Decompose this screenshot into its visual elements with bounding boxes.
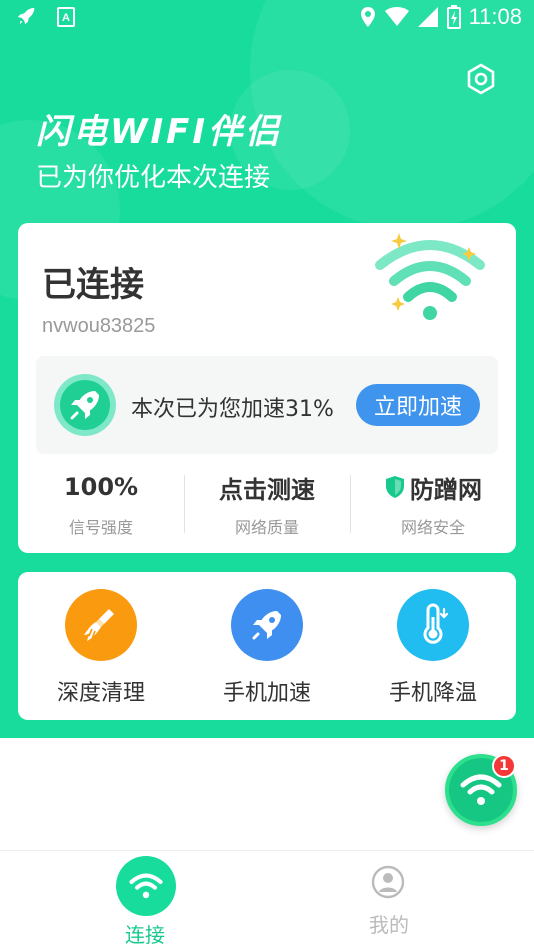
tool-label: 手机加速 (222, 681, 311, 706)
battery-icon (446, 5, 461, 29)
tool-label: 深度清理 (56, 681, 145, 706)
stat-value-anti-leech[interactable]: 防蹭网 (350, 469, 516, 505)
stat-label: 网络质量 (234, 518, 299, 537)
bottom-tab-bar: 连接 我的 (0, 850, 534, 950)
connection-status: 已连接 (42, 265, 144, 305)
tool-icon-circle[interactable] (231, 589, 303, 661)
settings-hexagon-icon (467, 63, 495, 95)
tool-icon-circle[interactable] (65, 589, 137, 661)
tab-label: 我的 (369, 913, 409, 937)
location-icon (360, 7, 375, 27)
status-bar: A 11:08 (0, 0, 534, 38)
stat-label: 信号强度 (68, 518, 133, 537)
tool-phone-cooling[interactable]: 手机降温 (350, 572, 516, 720)
tool-phone-boost[interactable]: 手机加速 (184, 572, 350, 720)
shield-check-icon (386, 476, 404, 498)
app-title: 闪电WIFI伴侣 (36, 112, 283, 152)
tab-connect-icon-bg[interactable] (116, 856, 176, 916)
tool-icon-circle[interactable] (397, 589, 469, 661)
stat-label: 网络安全 (400, 518, 465, 537)
rocket-notification-icon (17, 7, 35, 25)
wifi-icon (460, 774, 502, 805)
tab-mine[interactable]: 我的 (267, 851, 534, 950)
wifi-tab-icon (129, 873, 163, 899)
network-ssid: nvwou83825 (42, 315, 156, 337)
notification-badge: 1 (492, 754, 516, 778)
wifi-illustration-icon (375, 233, 485, 320)
wifi-signal-icon (384, 7, 409, 26)
stat-value[interactable]: 点击测速 (184, 469, 350, 505)
boost-now-button[interactable]: 立即加速 (356, 384, 480, 426)
stat-value-text: 防蹭网 (410, 475, 482, 504)
tools-card: 深度清理 手机加速 手机降温 (18, 572, 516, 720)
stat-speed-test[interactable]: 点击测速 网络质量 (184, 469, 350, 539)
settings-button[interactable] (462, 60, 500, 98)
stat-anti-leech[interactable]: 防蹭网 网络安全 (350, 469, 516, 539)
clock: 11:08 (468, 4, 522, 29)
tool-label: 手机降温 (388, 681, 477, 706)
cell-signal-icon (417, 7, 438, 27)
rocket-icon (252, 611, 281, 640)
stat-signal-strength: 100% 信号强度 (18, 469, 184, 539)
tab-label: 连接 (125, 923, 165, 947)
rocket-badge-icon (54, 374, 116, 436)
tab-connect[interactable]: 连接 (0, 851, 267, 950)
boost-result-text: 本次已为您加速31% (131, 397, 334, 422)
thermometer-icon (423, 603, 449, 644)
connection-card: 已连接 nvwou83825 本次已为您加速31% 立即加速 100% 信号强度… (18, 223, 516, 553)
svg-text:A: A (62, 12, 70, 24)
tool-deep-clean[interactable]: 深度清理 (18, 572, 184, 720)
boost-panel: 本次已为您加速31% 立即加速 (36, 356, 498, 454)
broom-icon (84, 609, 114, 641)
user-profile-icon (371, 865, 405, 899)
network-stats: 100% 信号强度 点击测速 网络质量 防蹭网 网络安全 (18, 469, 516, 539)
stat-value: 100% (63, 473, 139, 501)
translate-notification-icon: A (57, 7, 75, 27)
app-subtitle: 已为你优化本次连接 (36, 163, 271, 193)
